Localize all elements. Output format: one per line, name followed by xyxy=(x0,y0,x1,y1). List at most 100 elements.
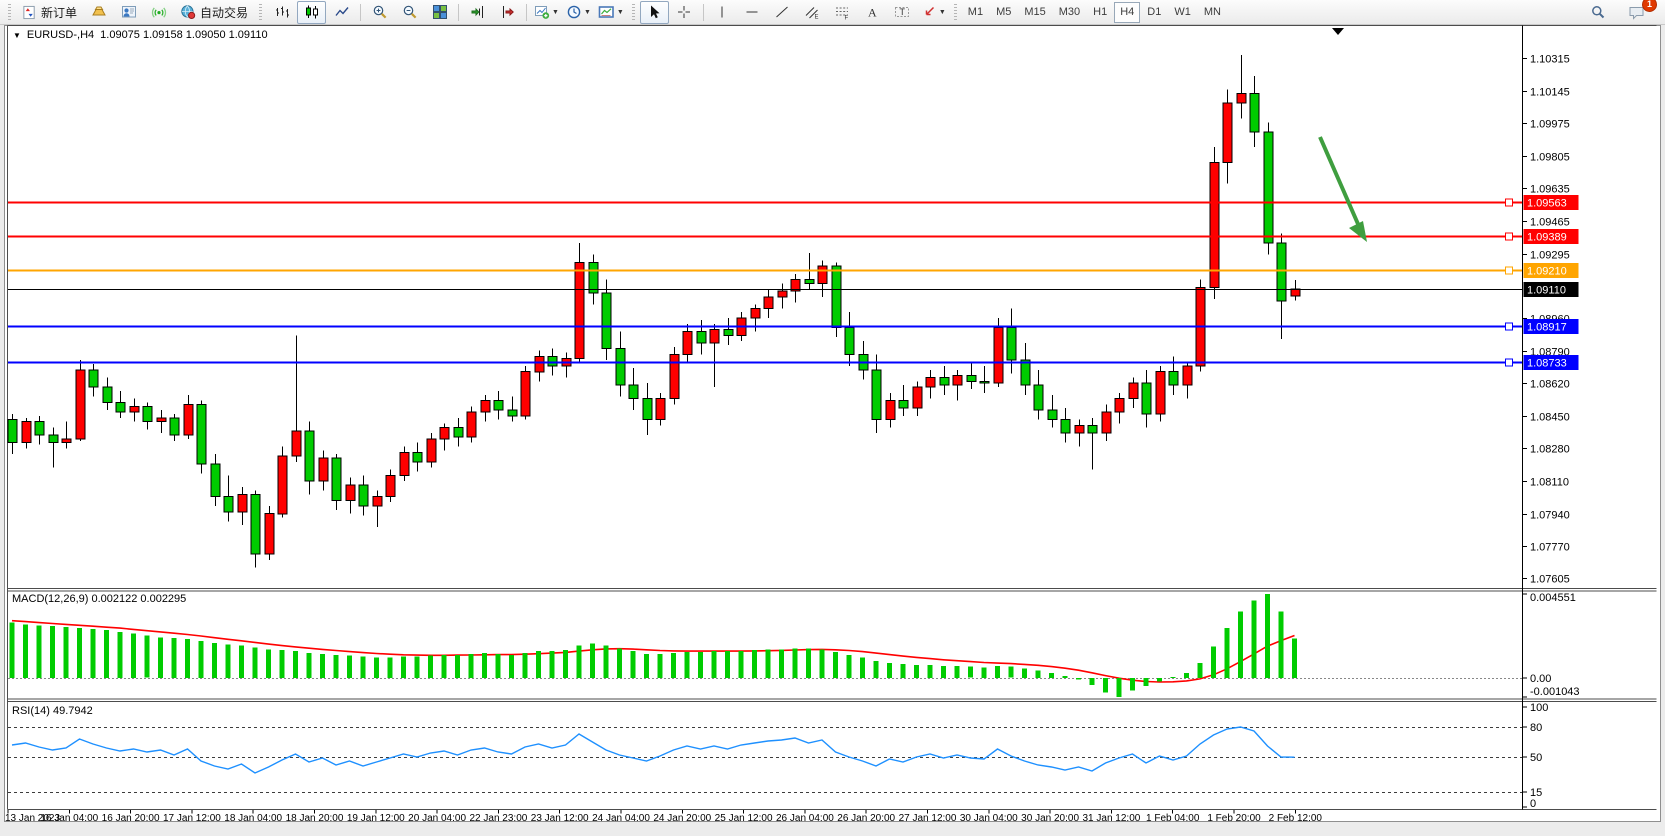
svg-text:16 Jan 20:00: 16 Jan 20:00 xyxy=(102,813,160,824)
trendline-button[interactable] xyxy=(768,1,797,24)
candles-chart-icon xyxy=(304,4,320,20)
candle-body xyxy=(805,280,814,284)
chart-snapshot-button[interactable]: ▼ xyxy=(595,1,627,24)
tf-button-mn[interactable]: MN xyxy=(1198,2,1227,23)
new-order-button[interactable]: 新订单 xyxy=(16,1,83,24)
candle-body xyxy=(548,356,557,366)
notification-badge: 1 xyxy=(1642,0,1657,12)
svg-text:80: 80 xyxy=(1530,722,1542,734)
autotrading-button[interactable]: 自动交易 xyxy=(174,1,254,24)
candle-body xyxy=(980,381,989,383)
line-chart-button[interactable] xyxy=(327,1,356,24)
svg-text:1.08733: 1.08733 xyxy=(1527,358,1567,370)
hline-handle[interactable] xyxy=(1506,199,1513,206)
signals-button[interactable] xyxy=(144,1,173,24)
candle-body xyxy=(953,376,962,386)
text-tool-button[interactable]: A xyxy=(858,1,887,24)
svg-text:1.09563: 1.09563 xyxy=(1527,198,1567,210)
candle-body xyxy=(467,412,476,437)
candle-body xyxy=(332,458,341,500)
hline-handle[interactable] xyxy=(1506,359,1513,366)
chart-snapshot-icon xyxy=(598,4,615,20)
fibonacci-button[interactable]: F xyxy=(828,1,857,24)
candle-body xyxy=(265,514,274,554)
candle-body xyxy=(143,406,152,421)
toolbar-separator xyxy=(458,4,459,21)
chat-button[interactable]: 1 xyxy=(1622,1,1651,24)
tf-button-m1[interactable]: M1 xyxy=(962,2,989,23)
chevron-down-icon[interactable]: ▼ xyxy=(552,9,559,16)
text-label-button[interactable]: T xyxy=(888,1,917,24)
chart-canvas[interactable]: 1.103151.101451.099751.098051.096351.094… xyxy=(0,0,1665,836)
svg-text:27 Jan 12:00: 27 Jan 12:00 xyxy=(899,813,957,824)
toolbar-grip[interactable] xyxy=(632,4,635,21)
candle-body xyxy=(481,401,490,413)
candle-body xyxy=(427,439,436,462)
tf-button-m30[interactable]: M30 xyxy=(1053,2,1086,23)
zoom-out-button[interactable] xyxy=(395,1,424,24)
horizontal-line-button[interactable] xyxy=(738,1,767,24)
toolbar-grip[interactable] xyxy=(8,4,11,21)
tile-windows-button[interactable] xyxy=(425,1,454,24)
arrows-tool-button[interactable]: ▼ xyxy=(918,1,949,24)
bars-chart-button[interactable] xyxy=(267,1,296,24)
candle-body xyxy=(710,330,719,343)
new-chart-button[interactable]: ▼ xyxy=(531,1,562,24)
svg-text:24 Jan 20:00: 24 Jan 20:00 xyxy=(653,813,711,824)
candle-body xyxy=(1021,360,1030,385)
svg-text:20 Jan 04:00: 20 Jan 04:00 xyxy=(408,813,466,824)
time-axis[interactable]: 13 Jan 202316 Jan 04:0016 Jan 20:0017 Ja… xyxy=(5,810,1322,824)
candle-body xyxy=(1277,243,1286,301)
rsi-line xyxy=(12,727,1295,773)
hline-handle[interactable] xyxy=(1506,323,1513,330)
crosshair-button[interactable] xyxy=(670,1,699,24)
toolbar-grip[interactable] xyxy=(259,4,262,21)
svg-text:1.07940: 1.07940 xyxy=(1530,510,1570,522)
tf-button-w1[interactable]: W1 xyxy=(1168,2,1197,23)
tf-button-m15[interactable]: M15 xyxy=(1018,2,1051,23)
chevron-down-icon[interactable]: ▼ xyxy=(939,9,946,16)
crosshair-icon xyxy=(676,4,692,20)
candle-body xyxy=(994,328,1003,384)
chevron-down-icon[interactable]: ▼ xyxy=(584,9,591,16)
candle-body xyxy=(535,356,544,371)
chart-menu-icon[interactable]: ▼ xyxy=(13,31,21,40)
chart-shift-button[interactable] xyxy=(493,1,522,24)
search-button[interactable] xyxy=(1583,1,1612,24)
toolbar-separator xyxy=(526,4,527,21)
svg-text:F: F xyxy=(845,16,849,21)
svg-text:E: E xyxy=(815,15,819,21)
profiles-clock-button[interactable]: ▼ xyxy=(563,1,594,24)
candle-body xyxy=(913,387,922,408)
arrows-icon xyxy=(921,4,937,20)
svg-text:24 Jan 04:00: 24 Jan 04:00 xyxy=(592,813,650,824)
hline-handle[interactable] xyxy=(1506,267,1513,274)
candles-chart-button[interactable] xyxy=(297,1,326,24)
zoom-in-button[interactable] xyxy=(365,1,394,24)
candle-body xyxy=(1115,399,1124,412)
cursor-button[interactable] xyxy=(640,1,669,24)
candle-body xyxy=(62,439,71,443)
candle-body xyxy=(589,262,598,293)
chevron-down-icon[interactable]: ▼ xyxy=(617,9,624,16)
tf-button-m5[interactable]: M5 xyxy=(990,2,1017,23)
trend-arrow[interactable] xyxy=(1320,137,1367,242)
tf-button-h4[interactable]: H4 xyxy=(1114,2,1140,23)
vertical-line-button[interactable] xyxy=(708,1,737,24)
equidistant-channel-button[interactable]: E xyxy=(798,1,827,24)
tf-button-d1[interactable]: D1 xyxy=(1141,2,1167,23)
tile-windows-icon xyxy=(432,4,448,20)
candle-body xyxy=(76,370,85,439)
shift-marker[interactable] xyxy=(1332,28,1344,35)
toolbar-grip[interactable] xyxy=(954,4,957,21)
auto-scroll-button[interactable] xyxy=(463,1,492,24)
tf-button-h1[interactable]: H1 xyxy=(1087,2,1113,23)
svg-text:-0.001043: -0.001043 xyxy=(1530,686,1580,698)
candle-body xyxy=(89,370,98,387)
macd-histogram xyxy=(10,594,1298,697)
strategy-tester-button[interactable] xyxy=(114,1,143,24)
gold-button[interactable] xyxy=(84,1,113,24)
hline-handle[interactable] xyxy=(1506,233,1513,240)
svg-text:16 Jan 04:00: 16 Jan 04:00 xyxy=(40,813,98,824)
candle-body xyxy=(1102,412,1111,433)
